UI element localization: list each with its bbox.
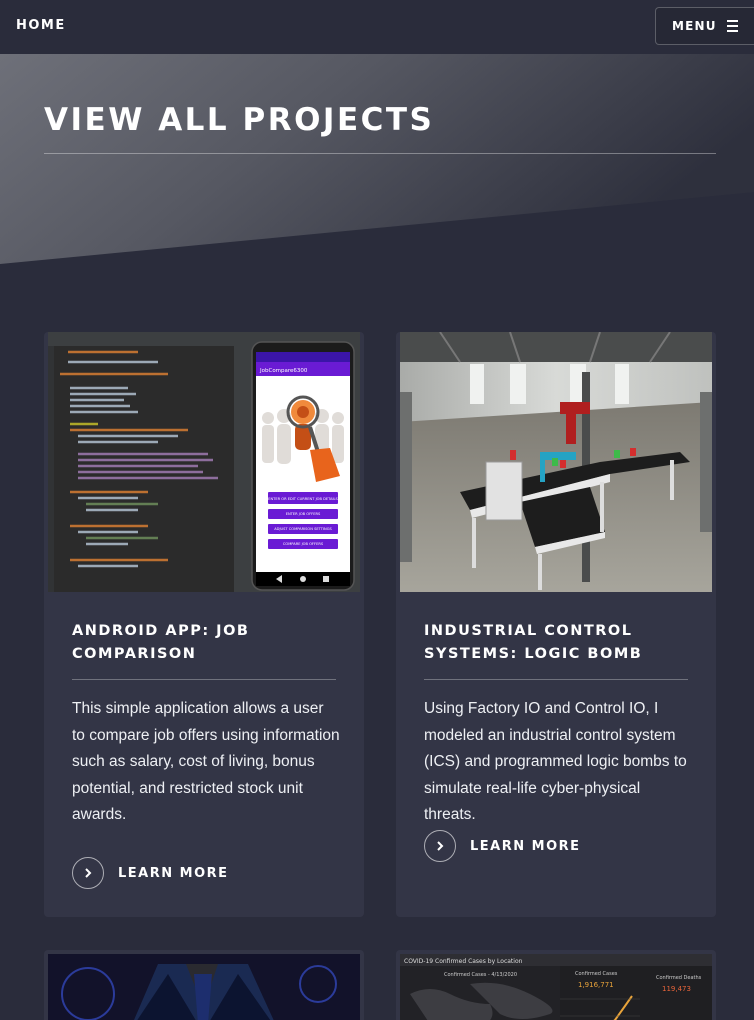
project-image-android[interactable]: JobCompare6300 ENTER OR EDIT CURRENT JOB… bbox=[48, 332, 360, 592]
app-button-4: COMPARE JOB OFFERS bbox=[283, 542, 324, 546]
page-title: VIEW ALL PROJECTS bbox=[44, 102, 435, 138]
dashboard-col2: Confirmed Cases bbox=[575, 971, 618, 977]
project-card: INDUSTRIAL CONTROL SYSTEMS: LOGIC BOMB U… bbox=[396, 332, 716, 917]
hamburger-icon bbox=[726, 20, 738, 32]
chevron-right-icon bbox=[72, 857, 104, 889]
home-link[interactable]: HOME bbox=[16, 18, 66, 33]
learn-more-label: LEARN MORE bbox=[470, 838, 581, 854]
hero-background bbox=[0, 54, 754, 314]
menu-button[interactable]: MENU bbox=[655, 7, 754, 45]
project-title: INDUSTRIAL CONTROL SYSTEMS: LOGIC BOMB bbox=[424, 623, 643, 662]
project-image-covid-dashboard[interactable]: COVID-19 Confirmed Cases by Location Con… bbox=[400, 954, 712, 1020]
card-divider bbox=[424, 679, 688, 680]
learn-more-link[interactable]: LEARN MORE bbox=[72, 857, 229, 889]
project-description: Using Factory IO and Control IO, I model… bbox=[424, 700, 687, 823]
app-button-3: ADJUST COMPARISON SETTINGS bbox=[274, 527, 332, 531]
app-button-2: ENTER JOB OFFERS bbox=[286, 512, 321, 516]
project-card: COVID-19 Confirmed Cases by Location Con… bbox=[396, 950, 716, 1020]
title-divider bbox=[44, 153, 716, 154]
top-navbar: HOME MENU bbox=[0, 0, 754, 54]
project-image-business-person[interactable] bbox=[48, 954, 360, 1020]
project-description: This simple application allows a user to… bbox=[72, 700, 340, 823]
dashboard-header: COVID-19 Confirmed Cases by Location bbox=[404, 958, 523, 965]
dashboard-col2-value: 1,916,771 bbox=[578, 981, 614, 989]
project-card: JobCompare6300 ENTER OR EDIT CURRENT JOB… bbox=[44, 332, 364, 917]
project-card bbox=[44, 950, 364, 1020]
learn-more-label: LEARN MORE bbox=[118, 865, 229, 881]
dashboard-col3-value: 119,473 bbox=[662, 985, 691, 993]
dashboard-col1: Confirmed Cases - 4/13/2020 bbox=[444, 972, 517, 978]
hero-section: VIEW ALL PROJECTS bbox=[0, 54, 754, 314]
dashboard-col3: Confirmed Deaths bbox=[656, 975, 702, 981]
chevron-right-icon bbox=[424, 830, 456, 862]
project-title: ANDROID APP: JOB COMPARISON bbox=[72, 623, 250, 662]
project-image-factory[interactable] bbox=[400, 332, 712, 592]
app-button-1: ENTER OR EDIT CURRENT JOB DETAILS bbox=[268, 497, 338, 501]
app-bar-title: JobCompare6300 bbox=[259, 368, 308, 374]
menu-label: MENU bbox=[672, 19, 717, 33]
learn-more-link[interactable]: LEARN MORE bbox=[424, 830, 581, 862]
card-divider bbox=[72, 679, 336, 680]
